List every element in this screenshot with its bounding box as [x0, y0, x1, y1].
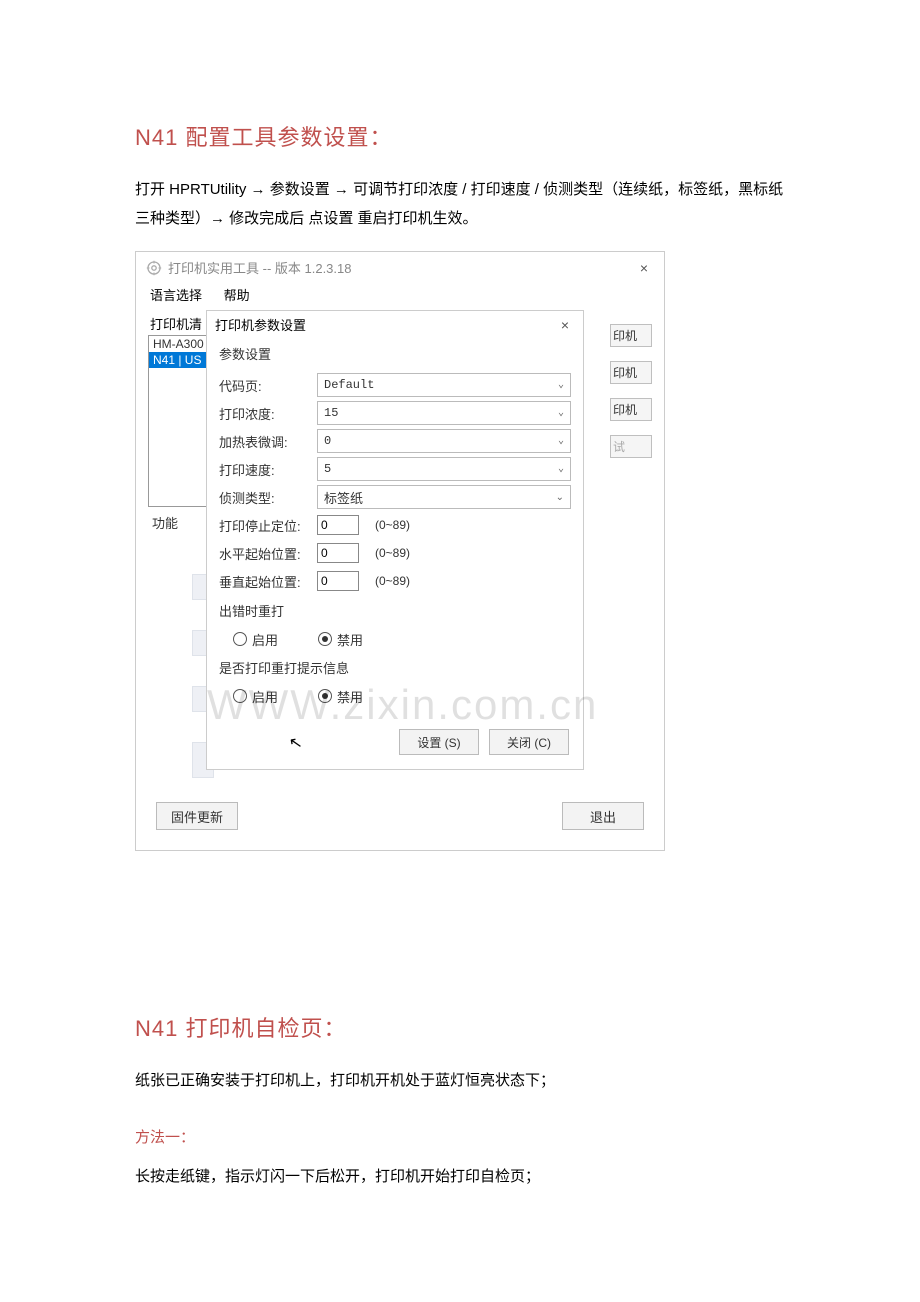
exit-button[interactable]: 退出 [562, 802, 644, 830]
section-heading-2: N41 打印机自检页： [135, 1011, 785, 1043]
chevron-down-icon: ⌄ [558, 435, 564, 447]
titlebar: 打印机实用工具 -- 版本 1.2.3.18 × [136, 252, 664, 283]
radio-label: 启用 [252, 687, 278, 706]
app-icon [146, 260, 162, 276]
chevron-down-icon: ⌄ [558, 379, 564, 391]
codepage-label: 代码页: [219, 376, 317, 395]
detect-label: 侦测类型: [219, 488, 317, 507]
dialog-section-label: 参数设置 [219, 344, 571, 363]
printer-listbox[interactable]: HM-A300 N41 | US [148, 335, 213, 507]
density-label: 打印浓度: [219, 404, 317, 423]
section-heading-1: N41 配置工具参数设置： [135, 120, 785, 152]
detect-select[interactable]: 标签纸 ⌄ [317, 485, 571, 509]
intro-paragraph: 打开 HPRTUtility → 参数设置 → 可调节打印浓度 / 打印速度 /… [135, 176, 785, 233]
function-label: 功能 [152, 513, 214, 532]
speed-select[interactable]: 5 ⌄ [317, 457, 571, 481]
speed-label: 打印速度: [219, 460, 317, 479]
density-value: 15 [324, 406, 338, 420]
dialog-title-text: 打印机参数设置 [215, 315, 306, 334]
range-text: (0~89) [375, 546, 410, 560]
right-button-column: 印机 印机 印机 试 [610, 324, 652, 458]
stop-input[interactable] [317, 515, 359, 535]
codepage-value: Default [324, 378, 374, 392]
window-title: 打印机实用工具 -- 版本 1.2.3.18 [168, 258, 351, 277]
window-close-button[interactable]: × [634, 260, 654, 276]
prompt-disable-radio[interactable]: 禁用 [318, 687, 363, 706]
radio-label: 禁用 [337, 630, 363, 649]
set-button[interactable]: 设置 (S) [399, 729, 479, 755]
dialog-button-row: 设置 (S) 关闭 (C) [207, 721, 583, 769]
speed-value: 5 [324, 462, 331, 476]
partial-button-1[interactable]: 印机 [610, 324, 652, 347]
range-text: (0~89) [375, 574, 410, 588]
partial-button-2[interactable]: 印机 [610, 361, 652, 384]
prompt-group-label: 是否打印重打提示信息 [219, 658, 571, 677]
method-text: 长按走纸键，指示灯闪一下后松开，打印机开始打印自检页； [135, 1163, 785, 1192]
reprint-radio-row: 启用 禁用 [219, 626, 571, 652]
vstart-input[interactable] [317, 571, 359, 591]
param-dialog: 打印机参数设置 × 参数设置 代码页: Default ⌄ 打印浓度: [206, 310, 584, 770]
heat-label: 加热表微调: [219, 432, 317, 451]
codepage-select[interactable]: Default ⌄ [317, 373, 571, 397]
reprint-group-label: 出错时重打 [219, 601, 571, 620]
window-body: 打印机清 HM-A300 N41 | US 功能 [136, 314, 664, 790]
window-footer: 固件更新 退出 [136, 790, 664, 850]
method-label: 方法一： [135, 1126, 785, 1147]
reprint-disable-radio[interactable]: 禁用 [318, 630, 363, 649]
printer-item-hm-a300[interactable]: HM-A300 [149, 336, 212, 352]
chevron-down-icon: ⌄ [556, 492, 564, 503]
body-paragraph-2: 纸张已正确安装于打印机上，打印机开机处于蓝灯恒亮状态下； [135, 1067, 785, 1096]
hstart-label: 水平起始位置: [219, 544, 317, 563]
prompt-enable-radio[interactable]: 启用 [233, 687, 278, 706]
reprint-enable-radio[interactable]: 启用 [233, 630, 278, 649]
heat-value: 0 [324, 434, 331, 448]
dialog-close-button[interactable]: × [555, 317, 575, 333]
firmware-update-button[interactable]: 固件更新 [156, 802, 238, 830]
heat-select[interactable]: 0 ⌄ [317, 429, 571, 453]
radio-icon [233, 689, 247, 703]
detect-value: 标签纸 [324, 488, 363, 507]
menubar: 语言选择 帮助 [136, 283, 664, 310]
hstart-input[interactable] [317, 543, 359, 563]
radio-icon [233, 632, 247, 646]
left-column: HM-A300 N41 | US 功能 [148, 335, 214, 778]
chevron-down-icon: ⌄ [558, 407, 564, 419]
document-page: N41 配置工具参数设置： 打开 HPRTUtility → 参数设置 → 可调… [0, 0, 920, 1302]
radio-label: 禁用 [337, 687, 363, 706]
density-select[interactable]: 15 ⌄ [317, 401, 571, 425]
radio-icon [318, 689, 332, 703]
menu-language[interactable]: 语言选择 [150, 288, 202, 303]
partial-button-3[interactable]: 印机 [610, 398, 652, 421]
vstart-label: 垂直起始位置: [219, 572, 317, 591]
prompt-radio-row: 启用 禁用 [219, 683, 571, 709]
dialog-titlebar: 打印机参数设置 × [207, 311, 583, 340]
app-window: 打印机实用工具 -- 版本 1.2.3.18 × 语言选择 帮助 打印机清 HM… [135, 251, 665, 851]
partial-button-4[interactable]: 试 [610, 435, 652, 458]
menu-help[interactable]: 帮助 [224, 288, 250, 303]
range-text: (0~89) [375, 518, 410, 532]
radio-icon [318, 632, 332, 646]
chevron-down-icon: ⌄ [558, 463, 564, 475]
close-button[interactable]: 关闭 (C) [489, 729, 569, 755]
stop-label: 打印停止定位: [219, 516, 317, 535]
printer-item-n41[interactable]: N41 | US [149, 352, 212, 368]
dialog-body: 参数设置 代码页: Default ⌄ 打印浓度: 15 ⌄ [207, 344, 583, 721]
radio-label: 启用 [252, 630, 278, 649]
